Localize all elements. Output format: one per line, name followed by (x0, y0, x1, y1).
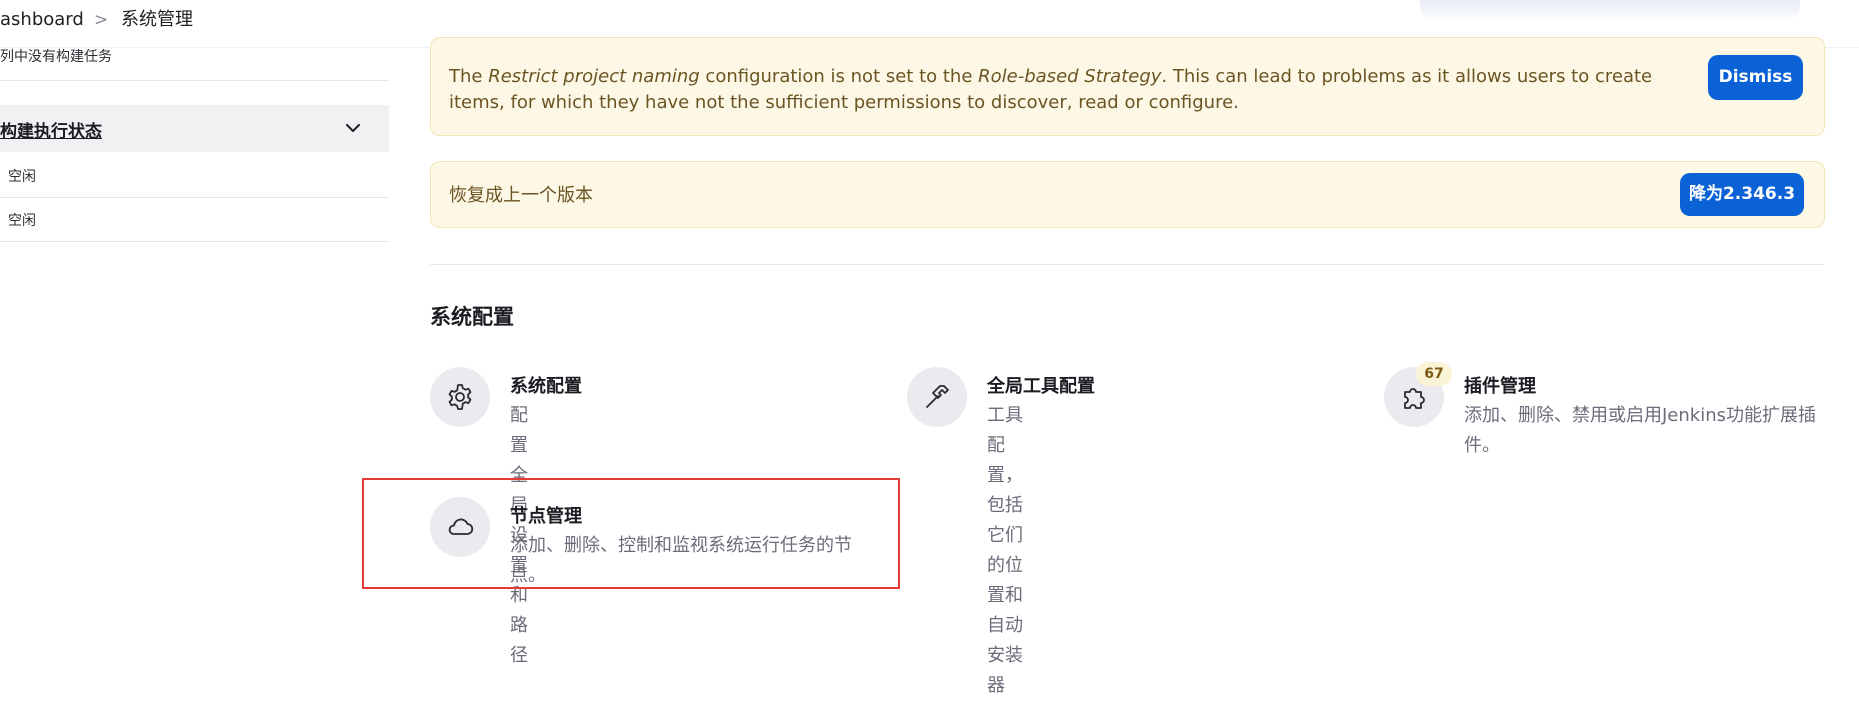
executor-status: 空闲 (8, 169, 36, 185)
item-title[interactable]: 全局工具配置 (987, 372, 1095, 398)
executor-status-title[interactable]: 构建执行状态 (0, 117, 102, 142)
executor-status-header[interactable]: 构建执行状态 (0, 105, 389, 152)
update-count-badge: 67 (1416, 362, 1452, 386)
highlight-box (362, 478, 900, 589)
downgrade-message: 恢复成上一个版本 (449, 185, 593, 206)
breadcrumb-dashboard-link[interactable]: ashboard (0, 8, 84, 32)
breadcrumb-separator-icon: > (94, 10, 109, 30)
downgrade-button[interactable]: 降为2.346.3 (1680, 173, 1804, 216)
section-title: 系统配置 (430, 305, 514, 329)
chevron-down-icon[interactable] (344, 121, 362, 135)
divider (430, 264, 1823, 265)
executor-row: 空闲 (0, 154, 389, 198)
item-description: 工具配置，包括它们的位置和自动安装器 (987, 405, 1023, 696)
dismiss-button[interactable]: Dismiss (1708, 55, 1803, 100)
executor-status: 空闲 (8, 213, 36, 229)
search-box[interactable] (1420, 0, 1800, 20)
breadcrumb-current[interactable]: 系统管理 (121, 8, 193, 32)
naming-strategy-message: The Restrict project naming configuratio… (449, 66, 1653, 113)
item-description: 添加、删除、禁用或启用Jenkins功能扩展插件。 (1464, 405, 1817, 456)
executor-row: 空闲 (0, 198, 389, 242)
downgrade-notice: 恢复成上一个版本 降为2.346.3 (430, 161, 1825, 228)
build-queue-empty: 列中没有构建任务 (0, 47, 389, 81)
item-title[interactable]: 插件管理 (1464, 372, 1536, 398)
item-title[interactable]: 系统配置 (510, 372, 582, 398)
hammer-icon (907, 367, 967, 427)
build-queue-empty-text: 列中没有构建任务 (0, 49, 112, 65)
naming-strategy-notice: The Restrict project naming configuratio… (430, 37, 1825, 136)
gear-icon (430, 367, 490, 427)
